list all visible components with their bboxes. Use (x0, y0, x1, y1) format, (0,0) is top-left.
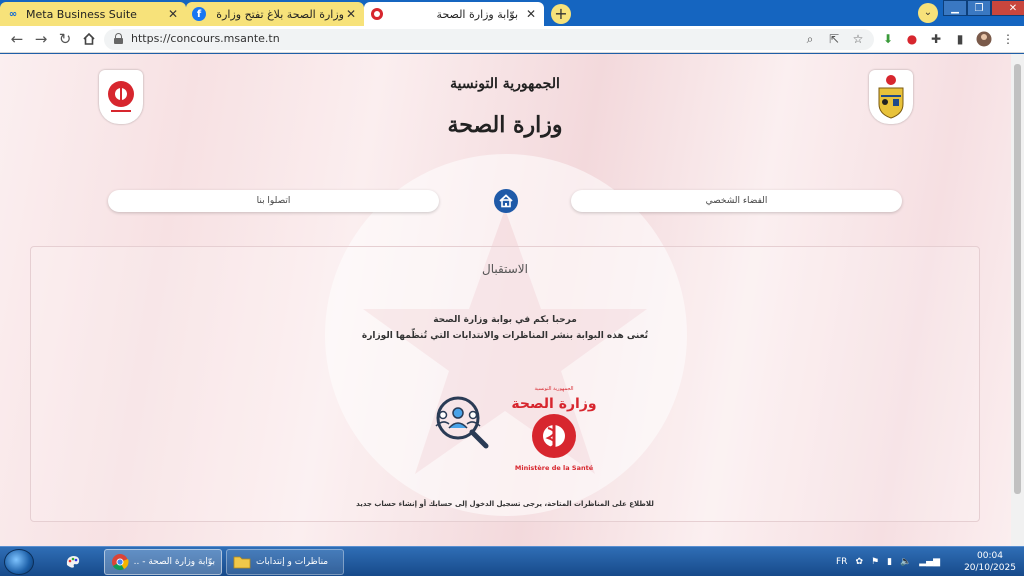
taskbar-folder-label: مناظرات و إنتدابات (256, 557, 329, 567)
welcome-heading: مرحبا بكم في بوابة وزارة الصحة (433, 315, 577, 325)
contact-us-button[interactable]: اتصلوا بنا (108, 190, 439, 212)
forward-icon[interactable]: → (32, 30, 50, 48)
browser-menu-icon[interactable]: ⋮ (1000, 31, 1016, 47)
paint-icon (66, 556, 80, 568)
welcome-description: تُعنى هذه البوابة بنشر المناظرات والانتد… (361, 331, 649, 341)
action-center-flag-icon[interactable]: ⚑ (871, 557, 879, 567)
footer-note: للاطلاع على المناظرات المتاحة، يرجى تسجي… (356, 500, 654, 508)
bookmark-star-icon[interactable]: ☆ (850, 31, 866, 47)
tray-app-icon[interactable]: ✿ (855, 557, 863, 567)
ministry-logo-french: Ministère de la Santé (515, 464, 594, 472)
system-tray: FR ✿ ⚑ ▮ 🔈 ▂▄▆ (836, 547, 948, 576)
folder-icon (233, 556, 251, 569)
taskbar-chrome[interactable]: بوّابة وزارة الصحة - ... (104, 549, 222, 575)
ministry-favicon (370, 7, 384, 21)
personal-space-button[interactable]: الفضاء الشخصي (571, 190, 902, 212)
web-page: الجمهورية التونسية وزارة الصحة اتصلوا بن… (0, 54, 1011, 546)
tab-ministry-portal[interactable]: بوّابة وزارة الصحة ✕ (364, 2, 544, 26)
home-page-icon[interactable] (80, 30, 98, 48)
language-indicator[interactable]: FR (836, 557, 847, 567)
close-icon[interactable]: ✕ (991, 0, 1024, 16)
tab-meta-business-suite[interactable]: ∞ Meta Business Suite ✕ (0, 2, 186, 26)
signal-icon[interactable]: ▂▄▆ (919, 557, 940, 567)
taskbar-folder[interactable]: مناظرات و إنتدابات (226, 549, 344, 575)
taskbar-clock[interactable]: 00:04 20/10/2025 (960, 550, 1020, 574)
page-scrollbar[interactable] (1011, 54, 1024, 546)
tunisia-coat-of-arms (869, 70, 913, 124)
chrome-icon (112, 554, 129, 571)
volume-icon[interactable]: 🔈 (900, 557, 911, 567)
ministry-title: وزارة الصحة (447, 112, 563, 138)
maximize-icon[interactable]: ❐ (967, 0, 991, 16)
welcome-panel (30, 246, 980, 522)
browser-tab-strip: ∞ Meta Business Suite ✕ f وزارة الصحة بل… (0, 0, 1024, 26)
window-controls: ▁ ❐ ✕ (943, 0, 1024, 16)
tab-facebook-post[interactable]: f وزارة الصحة بلاغ تفتح وزارة الصحة يوم … (186, 2, 364, 26)
vpn-extension-icon[interactable]: ● (904, 31, 920, 47)
url-text[interactable]: https://concours.msante.tn (131, 32, 280, 45)
clock-time: 00:04 (977, 551, 1003, 561)
taskbar-paint[interactable] (58, 549, 98, 575)
taskbar-chrome-label: بوّابة وزارة الصحة - ... (134, 557, 215, 567)
lock-icon[interactable] (114, 33, 123, 44)
scrollbar-thumb[interactable] (1014, 64, 1021, 494)
tab-title: وزارة الصحة بلاغ تفتح وزارة الصحة يوم ؟ (212, 7, 344, 21)
tab-close-icon[interactable]: ✕ (524, 7, 538, 21)
user-search-icon[interactable] (430, 396, 494, 452)
download-extension-icon[interactable]: ⬇ (880, 31, 896, 47)
profile-avatar[interactable] (976, 31, 992, 47)
battery-icon[interactable]: ▮ (887, 557, 892, 567)
back-icon[interactable]: ← (8, 30, 26, 48)
republic-title: الجمهورية التونسية (450, 76, 560, 92)
ministry-logo: الجمهورية التونسية وزارة الصحة Ministère… (511, 380, 596, 480)
clock-date: 20/10/2025 (964, 563, 1016, 573)
share-icon[interactable]: ⇱ (826, 31, 842, 47)
home-button[interactable] (494, 189, 518, 213)
facebook-icon: f (192, 7, 206, 21)
minimize-icon[interactable]: ▁ (943, 0, 967, 16)
tab-title: Meta Business Suite (26, 7, 137, 21)
windows-taskbar: بوّابة وزارة الصحة - ... مناظرات و إنتدا… (0, 546, 1024, 576)
svg-text:الجمهورية التونسية: الجمهورية التونسية (534, 386, 573, 392)
ministry-logo-arabic: وزارة الصحة (512, 396, 596, 412)
tab-search-icon[interactable]: ⌄ (918, 3, 938, 23)
section-title: الاستقبال (482, 262, 528, 276)
browser-toolbar: ← → ↻ https://concours.msante.tn ⌕ ⇱ ☆ ⬇… (0, 26, 1024, 53)
side-panel-icon[interactable]: ▮ (952, 31, 968, 47)
tab-close-icon[interactable]: ✕ (166, 7, 180, 21)
meta-icon: ∞ (8, 8, 18, 20)
tab-title: بوّابة وزارة الصحة (436, 7, 518, 21)
ministry-emblem (99, 70, 143, 124)
tab-close-icon[interactable]: ✕ (344, 7, 358, 21)
address-bar[interactable]: https://concours.msante.tn ⌕ ⇱ ☆ (104, 29, 874, 50)
start-button[interactable] (4, 549, 34, 575)
home-icon (499, 194, 513, 208)
extensions-icon[interactable]: ✚ (928, 31, 944, 47)
reload-icon[interactable]: ↻ (56, 30, 74, 48)
new-tab-button[interactable]: + (551, 4, 571, 24)
zoom-icon[interactable]: ⌕ (802, 31, 818, 47)
